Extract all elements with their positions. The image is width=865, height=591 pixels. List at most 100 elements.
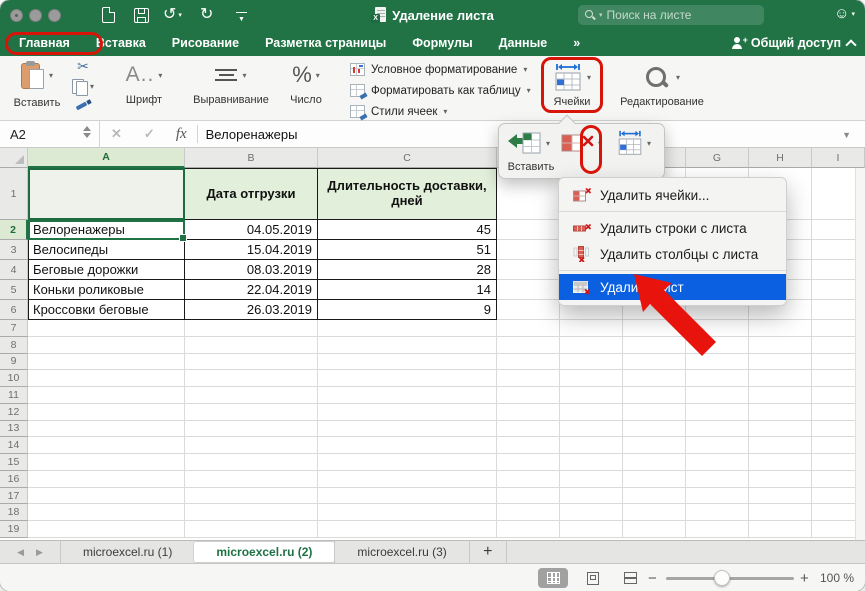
cell[interactable] [623,320,686,337]
cell[interactable]: 45 [318,220,497,240]
formula-bar-collapse-icon[interactable]: ▼ [842,130,851,140]
sheet-tab-2-active[interactable]: microexcel.ru (2) [193,541,335,563]
cell[interactable] [185,488,318,505]
cell[interactable] [749,354,812,371]
cell[interactable] [497,370,560,387]
zoom-slider-track[interactable] [666,577,794,580]
cell[interactable] [560,488,623,505]
copy-button[interactable]: ▾ [66,76,100,96]
row-header-16[interactable]: 16 [0,471,28,488]
cell[interactable] [318,437,497,454]
cell[interactable] [686,488,749,505]
cell[interactable]: 08.03.2019 [185,260,318,280]
cell[interactable] [497,280,560,300]
cell[interactable]: Велосипеды [28,240,185,260]
cell[interactable] [623,337,686,354]
delete-cells-button[interactable]: ▾ [561,130,602,156]
insert-cells-button[interactable]: ▾ [507,130,550,156]
tab-data[interactable]: Данные [486,36,561,50]
cell[interactable] [497,354,560,371]
name-box-spinner[interactable] [83,126,91,138]
sheet-nav-prev-button[interactable]: ◀ [17,547,24,558]
cell[interactable] [28,370,185,387]
cell[interactable] [28,320,185,337]
cell[interactable] [560,454,623,471]
cell[interactable] [686,471,749,488]
col-header-I[interactable]: I [812,148,865,168]
row-header-18[interactable]: 18 [0,504,28,521]
confirm-entry-button[interactable]: ✓ [133,126,166,142]
name-box[interactable]: A2 [0,121,100,148]
cell[interactable] [749,337,812,354]
sheet-tab-1[interactable]: microexcel.ru (1) [60,541,194,563]
cell[interactable] [623,488,686,505]
cell[interactable] [318,488,497,505]
cell[interactable] [318,421,497,438]
cell[interactable] [318,370,497,387]
cell[interactable] [318,521,497,538]
cell-styles-button[interactable]: Стили ячеек ▾ [350,101,566,122]
cell[interactable] [497,300,560,320]
menu-item-delete-columns[interactable]: Удалить столбцы с листа [559,241,786,267]
row-header-7[interactable]: 7 [0,320,28,337]
cell[interactable]: 28 [318,260,497,280]
cell[interactable] [318,320,497,337]
cell[interactable] [28,521,185,538]
font-group-button[interactable]: А.. ▾ Шрифт [112,56,176,120]
cell[interactable] [497,337,560,354]
conditional-formatting-button[interactable]: Условное форматирование ▾ [350,59,566,80]
row-header-12[interactable]: 12 [0,404,28,421]
collapse-ribbon-icon[interactable] [845,39,856,50]
cell[interactable]: 9 [318,300,497,320]
cell[interactable] [749,488,812,505]
share-button[interactable]: + Общий доступ [732,30,855,56]
format-as-table-button[interactable]: Форматировать как таблицу ▾ [350,80,566,101]
row-header-15[interactable]: 15 [0,454,28,471]
cell[interactable] [749,387,812,404]
menu-item-delete-sheet[interactable]: Удалить лист [559,274,786,300]
menu-item-delete-cells[interactable]: Удалить ячейки... [559,182,786,208]
row-header-5[interactable]: 5 [0,280,28,300]
cell[interactable]: 22.04.2019 [185,280,318,300]
select-all-corner[interactable] [0,148,28,168]
cell[interactable] [749,320,812,337]
page-layout-view-button[interactable] [578,568,608,588]
cell[interactable] [185,421,318,438]
cell[interactable] [28,454,185,471]
cell[interactable]: Длительность доставки,дней [318,168,497,220]
cell[interactable] [749,404,812,421]
cell[interactable] [318,404,497,421]
cell[interactable] [185,337,318,354]
cell[interactable] [749,454,812,471]
tab-formulas[interactable]: Формулы [399,36,485,50]
cell[interactable] [497,437,560,454]
cell[interactable] [623,404,686,421]
cell[interactable] [623,504,686,521]
cell[interactable] [185,454,318,471]
cell[interactable]: Беговые дорожки [28,260,185,280]
cell[interactable]: 04.05.2019 [185,220,318,240]
cut-button[interactable]: ✂ [66,56,100,76]
cell[interactable] [185,354,318,371]
sheet-nav-next-button[interactable]: ▶ [36,547,43,558]
cell[interactable] [686,387,749,404]
cell[interactable] [623,454,686,471]
zoom-in-button[interactable]: + [800,564,809,591]
cell[interactable] [560,471,623,488]
format-cells-button[interactable]: ▾ [616,130,651,157]
cell[interactable] [623,521,686,538]
cell[interactable] [497,454,560,471]
col-header-C[interactable]: C [318,148,497,168]
cell[interactable] [623,421,686,438]
cell[interactable] [318,354,497,371]
row-header-2[interactable]: 2 [0,220,28,240]
cell[interactable]: 26.03.2019 [185,300,318,320]
tab-overflow[interactable]: » [560,36,593,50]
zoom-out-button[interactable]: − [648,564,657,591]
cell[interactable] [318,337,497,354]
cell[interactable] [623,437,686,454]
row-header-1[interactable]: 1 [0,168,28,220]
cell[interactable] [686,370,749,387]
cell[interactable]: 14 [318,280,497,300]
col-header-A[interactable]: A [28,148,185,168]
